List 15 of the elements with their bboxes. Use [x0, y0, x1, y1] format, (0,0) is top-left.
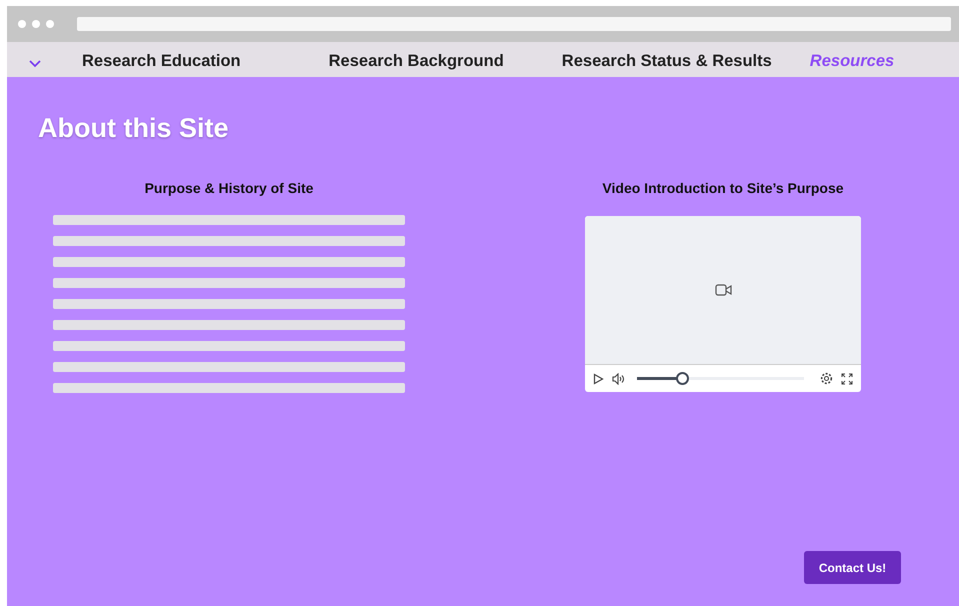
nav-link[interactable]: Research Status & Results: [562, 52, 772, 71]
play-icon[interactable]: [593, 372, 604, 384]
nav-link[interactable]: Research Education: [82, 52, 241, 71]
video-camera-icon: [714, 284, 732, 296]
progress-slider[interactable]: [637, 372, 804, 385]
nav-link[interactable]: Research Background: [328, 52, 504, 71]
volume-icon[interactable]: [612, 372, 625, 384]
settings-icon[interactable]: [820, 372, 833, 385]
contact-button[interactable]: Contact Us!: [804, 551, 901, 584]
section-heading: Video Introduction to Site’s Purpose: [601, 180, 845, 196]
section-heading: Purpose & History of Site: [144, 180, 314, 196]
chevron-down-icon[interactable]: [28, 59, 42, 68]
page-title: About this Site: [38, 113, 230, 144]
fullscreen-icon[interactable]: [841, 372, 853, 384]
nav-link[interactable]: Resources: [810, 52, 894, 71]
